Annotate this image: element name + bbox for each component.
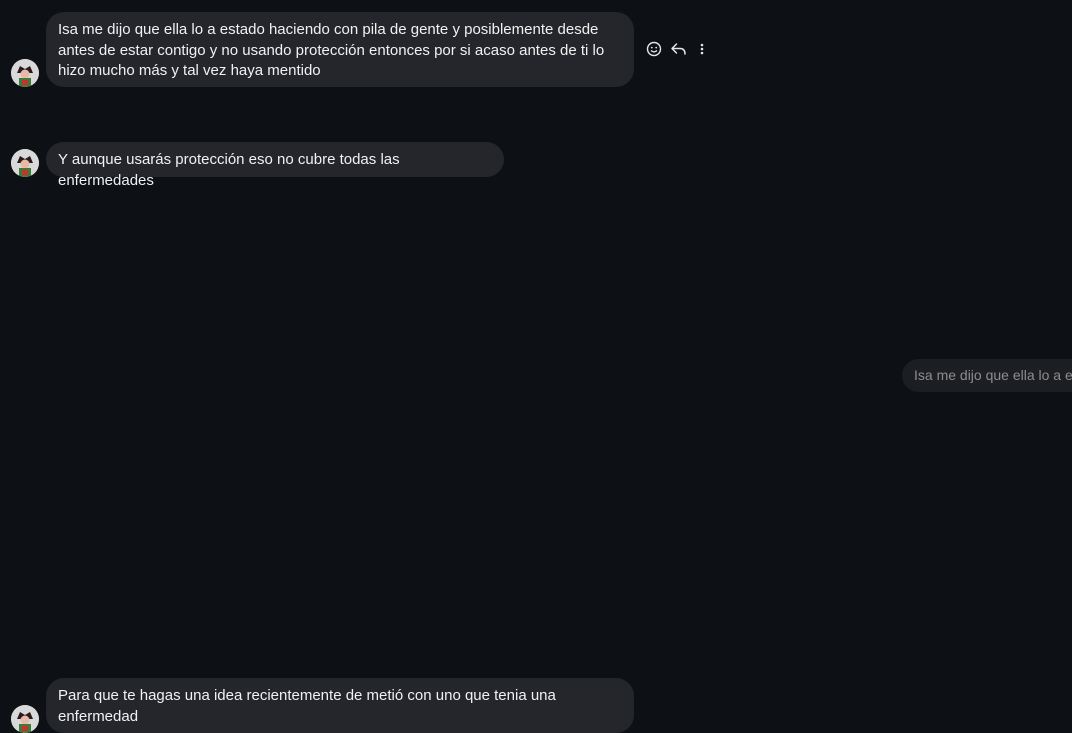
message-text: Isa me dijo que ella lo a estado haciend… — [58, 21, 605, 79]
chat-thread: Isa me dijo que ella lo a estado haciend… — [0, 0, 1072, 733]
reply-icon[interactable] — [669, 40, 687, 58]
reply-preview-text: Isa me dijo que ella lo a estado haciend… — [914, 367, 1072, 383]
message-actions — [645, 40, 711, 58]
avatar-image — [11, 59, 39, 87]
sender-avatar[interactable] — [11, 705, 39, 733]
message-text: Y aunque usarás protección eso no cubre … — [58, 151, 400, 189]
smiley-icon[interactable] — [645, 40, 663, 58]
avatar-image — [11, 705, 39, 733]
sender-avatar[interactable] — [11, 149, 39, 177]
avatar-image — [11, 149, 39, 177]
message-bubble[interactable]: Para que te hagas una idea recientemente… — [46, 678, 634, 733]
more-vertical-icon[interactable] — [693, 40, 711, 58]
sender-avatar[interactable] — [11, 59, 39, 87]
message-bubble[interactable]: Y aunque usarás protección eso no cubre … — [46, 142, 504, 189]
message-bubble[interactable]: Isa me dijo que ella lo a estado haciend… — [46, 12, 634, 87]
reply-preview[interactable]: Isa me dijo que ella lo a estado haciend… — [902, 359, 1072, 392]
message-text: Para que te hagas una idea recientemente… — [58, 687, 556, 725]
